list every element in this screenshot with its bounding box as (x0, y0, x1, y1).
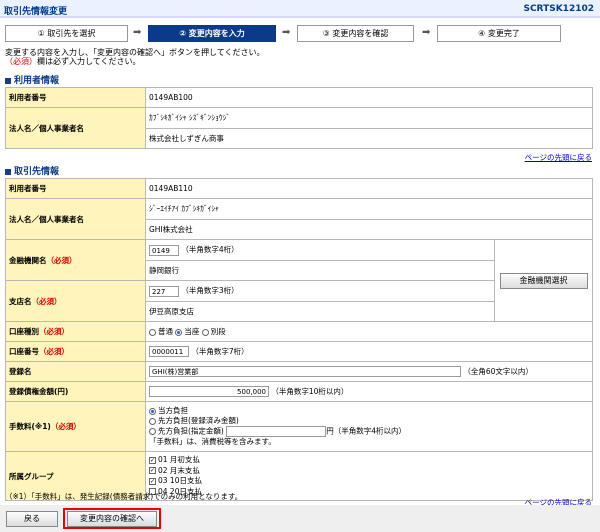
account-number-input[interactable]: 0000011 (149, 346, 189, 358)
step-2: ② 変更内容を入力 (148, 25, 276, 42)
instructions: 変更する内容を入力し、「変更内容の確認へ」ボタンを押してください。 （必須）欄は… (5, 48, 265, 66)
registered-name-input[interactable]: GHI(株)営業部 (149, 366, 461, 378)
square-bullet-icon (5, 168, 11, 175)
arrow-right-icon: ➡ (282, 27, 291, 38)
label: 支店名（必須） (5, 280, 146, 322)
value: 静岡銀行 (146, 260, 494, 280)
instruction-line: 欄は必ず入力してください。 (37, 57, 141, 66)
value: GHI株式会社 (146, 219, 592, 239)
radio-touza[interactable] (175, 328, 183, 336)
bank-select-button[interactable]: 金融機関選択 (499, 272, 588, 289)
label: 利用者番号 (5, 178, 146, 199)
page-top-link[interactable]: ページの先頭に戻る (525, 152, 592, 163)
section-user-info: 利用者情報 (5, 73, 59, 86)
branch-code-input[interactable]: 227 (149, 285, 179, 297)
partner-info-table: 利用者番号 0149AB110 法人名／個人事業者名 ｼﾞｰｴｲﾁｱｲ ｶﾌﾞｼｷ… (5, 178, 593, 501)
fee-amount-input[interactable] (226, 426, 327, 437)
checkbox-group-3[interactable]: ✓ (149, 477, 156, 485)
back-button[interactable]: 戻る (6, 511, 58, 527)
value: 株式会社しずぎん商事 (146, 128, 592, 148)
step-1: ① 取引先を選択 (5, 25, 128, 42)
label: 利用者番号 (5, 87, 146, 108)
label: 手数料(※1)（必須） (5, 401, 146, 452)
value: 0149AB100 (145, 87, 593, 108)
label: 金融機関名（必須） (5, 239, 146, 281)
radio-fee-self[interactable] (149, 407, 156, 415)
radio-betsudan[interactable] (201, 328, 209, 336)
bank-code-input[interactable]: 0149 (149, 244, 179, 256)
radio-fee-specified[interactable] (149, 428, 156, 435)
label: 法人名／個人事業者名 (5, 198, 146, 240)
required-mark: （必須） (5, 57, 37, 66)
arrow-right-icon: ➡ (133, 27, 142, 38)
checkbox-group-1[interactable]: ✓ (149, 456, 156, 464)
instruction-line: 変更する内容を入力し、「変更内容の確認へ」ボタンを押してください。 (5, 48, 265, 57)
page-title: 取引先情報変更 (4, 7, 68, 17)
section-title: 利用者情報 (14, 76, 60, 86)
screen-code: SCRTSK12102 (523, 4, 594, 14)
title-bar: 取引先情報変更 SCRTSK12102 (0, 0, 600, 18)
highlight-frame (63, 508, 161, 529)
value: 0149AB110 (145, 178, 593, 199)
step-3: ③ 変更内容を確認 (297, 25, 414, 42)
footnote: （※1）「手数料」は、発生記録(債務者請求)でのみの利用となります。 (5, 492, 243, 501)
label: 口座種別（必須） (5, 321, 146, 342)
radio-futsu[interactable] (149, 328, 156, 336)
step-indicator: ① 取引先を選択 ➡ ② 変更内容を入力 ➡ ③ 変更内容を確認 ➡ ④ 変更完… (5, 25, 595, 43)
label: 口座番号（必須） (5, 341, 146, 362)
checkbox-group-2[interactable]: ✓ (149, 467, 156, 474)
value: ｶﾌﾞｼｷｶﾞｲｼｬ ｼｽﾞｷﾞﾝｼｮｳｼﾞ (149, 113, 231, 122)
amount-input[interactable]: 500,000 (149, 386, 269, 398)
user-info-table: 利用者番号 0149AB100 法人名／個人事業者名 ｶﾌﾞｼｷｶﾞｲｼｬ ｼｽﾞ… (5, 87, 593, 149)
label: 法人名／個人事業者名 (5, 107, 146, 149)
fee-note: 「手数料」は、消費税等を含みます。 (149, 437, 276, 446)
radio-fee-registered[interactable] (149, 417, 156, 425)
arrow-right-icon: ➡ (422, 27, 431, 38)
section-title: 取引先情報 (14, 167, 60, 177)
label: 登録名 (5, 361, 146, 382)
step-4: ④ 変更完了 (437, 25, 561, 42)
section-partner-info: 取引先情報 (5, 164, 59, 177)
label: 登録債権金額(円) (5, 381, 146, 402)
square-bullet-icon (5, 77, 11, 84)
value: 伊豆高原支店 (146, 301, 494, 321)
value: ｼﾞｰｴｲﾁｱｲ ｶﾌﾞｼｷｶﾞｲｼｬ (149, 204, 219, 213)
